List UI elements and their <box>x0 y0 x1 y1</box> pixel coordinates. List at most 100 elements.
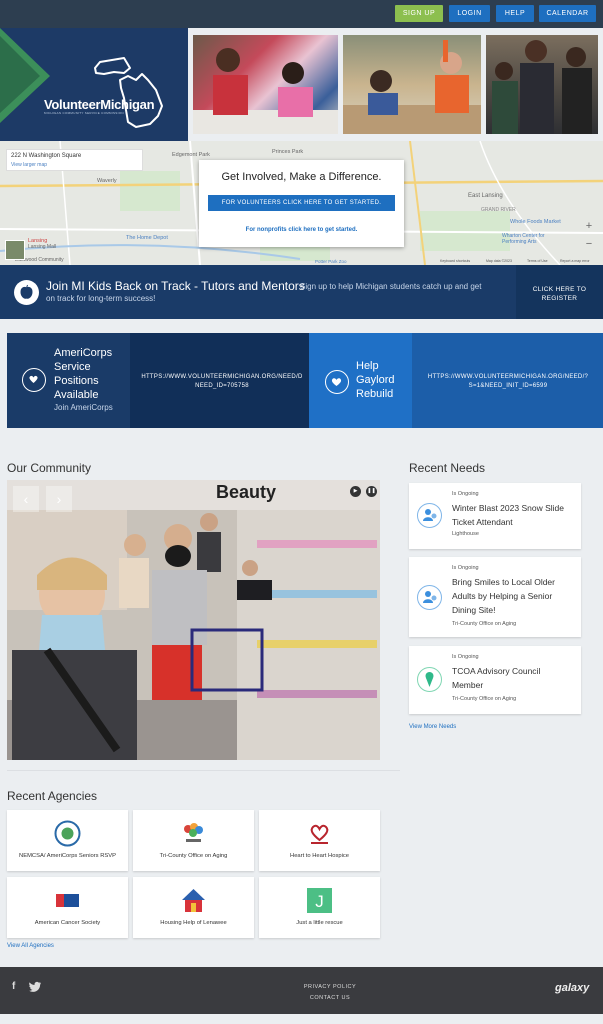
gaylord-url: S=1&NEED_INIT_ID=6599 <box>468 383 548 389</box>
americorps-title: Available <box>54 389 99 401</box>
need-title-line: Ticket Attendant <box>452 517 513 527</box>
logo-graphic <box>0 28 163 128</box>
view-all-agencies-link[interactable]: View All Agencies <box>7 943 54 949</box>
need-status: Is Ongoing <box>452 565 479 571</box>
volunteer-person-icon <box>417 503 442 528</box>
acs-logo-icon <box>56 894 79 907</box>
agency-card[interactable]: Heart to Heart Hospice <box>259 810 380 871</box>
gaylord-url: HTTPS://WWW.VOLUNTEERMICHIGAN.ORG/NEED/? <box>427 374 589 380</box>
apple-icon <box>14 280 39 305</box>
need-organization: Tri-County Office on Aging <box>452 696 517 702</box>
map-thumbnail[interactable] <box>5 240 25 260</box>
view-more-needs-link[interactable]: View More Needs <box>409 724 456 730</box>
need-title-line: Member <box>452 680 484 690</box>
hero-photo-classroom <box>343 35 481 134</box>
map-data-credit: Map data ©2023 <box>486 259 512 263</box>
need-card[interactable]: Is Ongoing Bring Smiles to Local Older A… <box>409 557 581 637</box>
community-photo-slideshow[interactable]: Beauty <box>7 480 380 760</box>
view-larger-map-link[interactable]: View larger map <box>11 162 47 168</box>
volunteer-start-button[interactable]: FOR VOLUNTEERS CLICK HERE TO GET STARTED… <box>208 195 395 211</box>
need-card[interactable]: Is Ongoing TCOA Advisory Council Member … <box>409 646 581 714</box>
need-organization: Lighthouse <box>452 531 479 537</box>
need-title-line: Adults by Helping a Senior <box>452 591 553 601</box>
americorps-title: Positions <box>54 375 99 387</box>
svg-text:J: J <box>315 892 324 911</box>
agency-name: American Cancer Society <box>34 920 101 926</box>
map-label: Princes Park <box>272 149 304 155</box>
brand-name: VolunteerMichigan <box>44 97 155 112</box>
agency-card[interactable]: American Cancer Society <box>7 877 128 938</box>
tcoa-logo-icon <box>184 823 203 842</box>
need-title[interactable]: Winter Blast 2023 Snow Slide Ticket Atte… <box>452 501 576 529</box>
pause-icon[interactable]: ❚❚ <box>366 486 377 497</box>
hospice-logo-icon <box>310 824 329 844</box>
map-keyboard-shortcuts[interactable]: Keyboard shortcuts <box>440 259 470 263</box>
agency-card[interactable]: Housing Help of Lenawee <box>133 877 254 938</box>
map-zoom-out-button[interactable]: − <box>581 237 597 251</box>
nonprofit-start-link[interactable]: For nonprofits click here to get started… <box>199 227 404 233</box>
agency-card[interactable]: NEMCSA/ AmeriCorps Seniors RSVP <box>7 810 128 871</box>
house-logo-icon <box>182 889 205 912</box>
americorps-title: AmeriCorps <box>54 347 113 359</box>
gaylord-title: Help <box>356 360 379 372</box>
map-label: The Home Depot <box>126 235 168 241</box>
hero-photo-tutoring <box>193 35 338 134</box>
brand-tagline: MICHIGAN COMMUNITY SERVICE COMMISSION <box>44 111 124 115</box>
galaxy-logo[interactable]: galaxy <box>555 982 589 994</box>
americorps-url: HTTPS://WWW.VOLUNTEERMICHIGAN.ORG/NEED/D <box>141 374 303 380</box>
register-button[interactable]: CLICK HERE TO REGISTER <box>516 265 603 319</box>
recent-needs-heading: Recent Needs <box>409 461 486 475</box>
recent-agencies-heading: Recent Agencies <box>7 789 98 803</box>
j-logo-icon: J <box>307 888 332 913</box>
heart-icon <box>325 370 349 394</box>
map-terms-link[interactable]: Terms of Use <box>527 259 548 263</box>
need-title-line: Winter Blast 2023 Snow Slide <box>452 503 564 513</box>
banner-subtitle: Sign up to help Michigan students catch … <box>300 282 482 291</box>
signup-button[interactable]: SIGN UP <box>395 5 443 22</box>
map-label: Whole Foods Market <box>510 219 561 225</box>
map-zoom-in-button[interactable]: + <box>581 219 597 233</box>
need-title[interactable]: Bring Smiles to Local Older Adults by He… <box>452 575 576 617</box>
section-divider <box>7 770 400 771</box>
need-title-line: Bring Smiles to Local Older <box>452 577 555 587</box>
play-icon[interactable]: ▶ <box>350 486 361 497</box>
brand-logo-panel[interactable] <box>0 28 188 141</box>
need-title-line: Dining Site! <box>452 605 496 615</box>
americorps-subtitle: Join AmeriCorps <box>54 403 113 412</box>
get-involved-callout: Get Involved, Make a Difference. FOR VOL… <box>199 160 404 247</box>
michigan-outline-icon <box>94 57 163 128</box>
privacy-policy-link[interactable]: PRIVACY POLICY <box>280 984 380 990</box>
need-title[interactable]: TCOA Advisory Council Member <box>452 664 576 692</box>
login-button[interactable]: LOGIN <box>449 5 490 22</box>
need-card[interactable]: Is Ongoing Winter Blast 2023 Snow Slide … <box>409 483 581 549</box>
gallery-prev-button[interactable]: ‹ <box>13 486 39 512</box>
americorps-url: NEED_ID=705758 <box>195 383 249 389</box>
americorps-title: Service <box>54 361 91 373</box>
contact-us-link[interactable]: CONTACT US <box>280 995 380 1001</box>
help-button[interactable]: HELP <box>496 5 534 22</box>
our-community-heading: Our Community <box>7 461 92 475</box>
map-label: Waverly <box>97 178 117 184</box>
nemcsa-logo-icon <box>54 820 81 847</box>
map-report-error-link[interactable]: Report a map error <box>560 259 590 263</box>
need-title-line: TCOA Advisory Council <box>452 666 541 676</box>
agency-card[interactable]: J Just a little rescue <box>259 877 380 938</box>
hands-heart-icon <box>22 368 46 392</box>
gallery-next-button[interactable]: › <box>46 486 72 512</box>
map-address-box: 222 N Washington Square View larger map <box>6 149 143 171</box>
calendar-button[interactable]: CALENDAR <box>539 5 596 22</box>
banner-subtitle: on track for long-term success! <box>46 294 156 303</box>
register-button-label: REGISTER <box>541 295 578 302</box>
banner-title: Join MI Kids Back on Track - Tutors and … <box>46 279 305 293</box>
agency-card[interactable]: Tri-County Office on Aging <box>133 810 254 871</box>
map-address: 222 N Washington Square <box>11 153 82 159</box>
facebook-icon[interactable]: f <box>12 981 15 992</box>
agency-name: NEMCSA/ AmeriCorps Seniors RSVP <box>19 853 116 859</box>
agency-name: Just a little rescue <box>296 920 343 926</box>
register-button-label: CLICK HERE TO <box>532 286 587 293</box>
callout-title: Get Involved, Make a Difference. <box>221 171 382 183</box>
store-sign: Beauty <box>216 482 277 502</box>
twitter-icon[interactable] <box>29 981 41 995</box>
need-status: Is Ongoing <box>452 491 479 497</box>
map-label: East Lansing <box>468 193 503 199</box>
